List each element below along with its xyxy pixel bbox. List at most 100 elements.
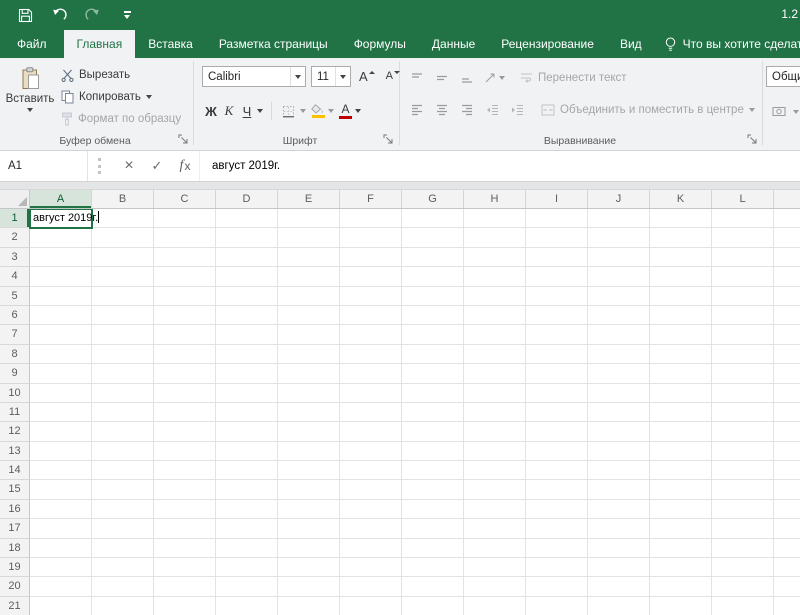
cell-D1[interactable] <box>216 209 278 228</box>
cell-B8[interactable] <box>92 345 154 364</box>
row-header-14[interactable]: 14 <box>0 461 30 480</box>
cell-G11[interactable] <box>402 403 464 422</box>
cell-K6[interactable] <box>650 306 712 325</box>
cell-L10[interactable] <box>712 384 774 403</box>
copy-button[interactable]: Копировать <box>58 88 184 106</box>
row-header-3[interactable]: 3 <box>0 248 30 267</box>
cell-L8[interactable] <box>712 345 774 364</box>
cell-E13[interactable] <box>278 442 340 461</box>
cell-D13[interactable] <box>216 442 278 461</box>
cell-K10[interactable] <box>650 384 712 403</box>
cell-B20[interactable] <box>92 577 154 596</box>
cell-E19[interactable] <box>278 558 340 577</box>
enter-button[interactable]: ✓ <box>143 151 171 181</box>
cell-C11[interactable] <box>154 403 216 422</box>
fill-color-dropdown-icon[interactable] <box>328 109 334 113</box>
row-header-10[interactable]: 10 <box>0 384 30 403</box>
cell-E21[interactable] <box>278 597 340 615</box>
cell-I18[interactable] <box>526 539 588 558</box>
cell-F11[interactable] <box>340 403 402 422</box>
cell-A18[interactable] <box>30 539 92 558</box>
cell-F3[interactable] <box>340 248 402 267</box>
cell-C7[interactable] <box>154 325 216 344</box>
cell-A9[interactable] <box>30 364 92 383</box>
cell-L15[interactable] <box>712 480 774 499</box>
cell-E4[interactable] <box>278 267 340 286</box>
cell-J4[interactable] <box>588 267 650 286</box>
align-left-button[interactable] <box>406 99 428 120</box>
cell-L4[interactable] <box>712 267 774 286</box>
cell-K19[interactable] <box>650 558 712 577</box>
orientation-button[interactable] <box>481 67 507 88</box>
cell-D17[interactable] <box>216 519 278 538</box>
cell-E3[interactable] <box>278 248 340 267</box>
font-color-button[interactable]: А <box>337 100 354 122</box>
tab-review[interactable]: Рецензирование <box>488 30 607 58</box>
cell-K9[interactable] <box>650 364 712 383</box>
cell-J2[interactable] <box>588 228 650 247</box>
cell-K13[interactable] <box>650 442 712 461</box>
cell-C17[interactable] <box>154 519 216 538</box>
cell-C14[interactable] <box>154 461 216 480</box>
undo-icon[interactable] <box>50 6 68 24</box>
cell-L20[interactable] <box>712 577 774 596</box>
cell-D19[interactable] <box>216 558 278 577</box>
cell-I14[interactable] <box>526 461 588 480</box>
column-header-I[interactable]: I <box>526 190 588 208</box>
cell-D16[interactable] <box>216 500 278 519</box>
cell-D3[interactable] <box>216 248 278 267</box>
cell-L13[interactable] <box>712 442 774 461</box>
cell-A20[interactable] <box>30 577 92 596</box>
cell-G14[interactable] <box>402 461 464 480</box>
cell-C5[interactable] <box>154 287 216 306</box>
cell-G21[interactable] <box>402 597 464 615</box>
cell-J17[interactable] <box>588 519 650 538</box>
row-header-1[interactable]: 1 <box>0 209 30 228</box>
cell-B21[interactable] <box>92 597 154 615</box>
cell-L7[interactable] <box>712 325 774 344</box>
font-name-combobox[interactable]: Calibri <box>202 66 306 87</box>
cell-C8[interactable] <box>154 345 216 364</box>
cell-I11[interactable] <box>526 403 588 422</box>
cell-K20[interactable] <box>650 577 712 596</box>
cut-button[interactable]: Вырезать <box>58 66 184 84</box>
cell-C10[interactable] <box>154 384 216 403</box>
cell-H13[interactable] <box>464 442 526 461</box>
row-header-19[interactable]: 19 <box>0 558 30 577</box>
cell-C20[interactable] <box>154 577 216 596</box>
cell-I3[interactable] <box>526 248 588 267</box>
cell-B4[interactable] <box>92 267 154 286</box>
alignment-dialog-launcher-icon[interactable] <box>745 132 759 146</box>
cell-G3[interactable] <box>402 248 464 267</box>
cell-C15[interactable] <box>154 480 216 499</box>
merge-center-button[interactable]: Объединить и поместить в центре <box>541 104 755 116</box>
cell-J18[interactable] <box>588 539 650 558</box>
column-header-G[interactable]: G <box>402 190 464 208</box>
cell-G16[interactable] <box>402 500 464 519</box>
cell-D5[interactable] <box>216 287 278 306</box>
cell-F18[interactable] <box>340 539 402 558</box>
save-icon[interactable] <box>16 6 34 24</box>
row-header-15[interactable]: 15 <box>0 480 30 499</box>
cell-F5[interactable] <box>340 287 402 306</box>
row-header-17[interactable]: 17 <box>0 519 30 538</box>
cell-H5[interactable] <box>464 287 526 306</box>
tab-file[interactable]: Файл <box>0 30 64 58</box>
cell-I13[interactable] <box>526 442 588 461</box>
cell-F13[interactable] <box>340 442 402 461</box>
cell-A8[interactable] <box>30 345 92 364</box>
cell-A12[interactable] <box>30 422 92 441</box>
row-header-8[interactable]: 8 <box>0 345 30 364</box>
cell-F4[interactable] <box>340 267 402 286</box>
cell-D10[interactable] <box>216 384 278 403</box>
formula-bar-grip[interactable] <box>98 158 101 174</box>
column-header-A[interactable]: A <box>30 190 92 208</box>
cell-E10[interactable] <box>278 384 340 403</box>
select-all-corner[interactable] <box>0 190 30 208</box>
cell-I20[interactable] <box>526 577 588 596</box>
column-header-L[interactable]: L <box>712 190 774 208</box>
cell-L3[interactable] <box>712 248 774 267</box>
align-bottom-button[interactable] <box>456 67 478 88</box>
accounting-dropdown-icon[interactable] <box>793 110 799 114</box>
cell-I2[interactable] <box>526 228 588 247</box>
